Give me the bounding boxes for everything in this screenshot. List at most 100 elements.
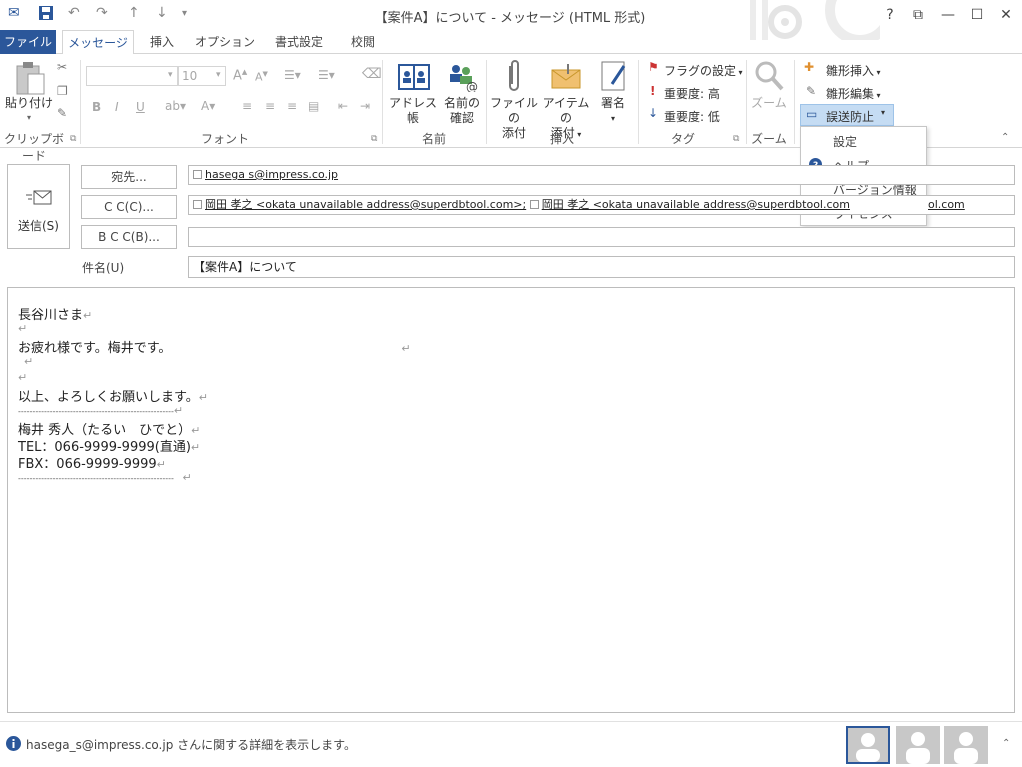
chevron-down-icon: ▾ bbox=[736, 68, 743, 77]
flag-icon[interactable]: ⚑ bbox=[648, 60, 659, 74]
check-names-label-1: 名前の bbox=[443, 96, 480, 110]
signature-icon[interactable] bbox=[600, 60, 630, 92]
address-book-icon[interactable] bbox=[398, 62, 430, 92]
return-mark-icon: ↵ bbox=[24, 355, 34, 368]
cc-recipient-2[interactable]: 岡田 孝之 <okata unavailable address@superdb… bbox=[542, 198, 850, 211]
clear-formatting-icon[interactable]: ⌫ bbox=[362, 66, 382, 82]
avatar[interactable] bbox=[846, 726, 890, 764]
close-button[interactable]: ✕ bbox=[994, 4, 1018, 26]
paste-dropdown-icon[interactable]: ▾ bbox=[24, 110, 34, 125]
subject-label: 件名(U) bbox=[82, 261, 125, 275]
bullets-icon[interactable]: ☰▾ bbox=[284, 68, 301, 82]
undo-icon[interactable]: ↶ bbox=[68, 5, 80, 21]
expand-people-pane-icon[interactable]: ⌃ bbox=[1002, 738, 1010, 749]
bcc-button[interactable]: B C C(B)... bbox=[81, 225, 177, 249]
checkbox-icon bbox=[193, 200, 202, 209]
to-field[interactable]: hasega s@impress.co.jp bbox=[188, 165, 1015, 185]
edit-template-button[interactable]: 雛形編集 ▾ bbox=[826, 85, 881, 102]
shrink-font-icon[interactable]: A▼ bbox=[255, 70, 268, 84]
return-mark-icon: ↵ bbox=[401, 342, 411, 355]
include-group-label: 挿入 bbox=[549, 132, 574, 146]
align-right-icon[interactable]: ≡ bbox=[287, 99, 297, 113]
tab-insert[interactable]: 挿入 bbox=[140, 30, 184, 54]
font-launcher-icon[interactable]: ⧉ bbox=[371, 134, 377, 144]
underline-icon[interactable]: U bbox=[136, 100, 145, 114]
font-name-box[interactable] bbox=[86, 66, 178, 86]
attach-file-button[interactable]: ファイルの 添付 bbox=[488, 96, 540, 141]
subject-field[interactable]: 【案件A】について bbox=[188, 256, 1015, 278]
chevron-down-icon[interactable]: ▾ bbox=[216, 70, 221, 80]
cc-field[interactable]: 岡田 孝之 <okata unavailable address@superdb… bbox=[188, 195, 1015, 215]
justify-icon[interactable]: ▤ bbox=[308, 99, 319, 113]
tab-review[interactable]: 校閲 bbox=[342, 30, 384, 54]
ribbon-display-button[interactable]: ⧉ bbox=[906, 4, 930, 26]
tab-format[interactable]: 書式設定 bbox=[266, 30, 332, 54]
help-button[interactable]: ? bbox=[878, 4, 902, 26]
avatar[interactable] bbox=[944, 726, 988, 764]
chevron-down-icon: ▾ bbox=[874, 91, 881, 100]
signature-button[interactable]: 署名 ▾ bbox=[596, 96, 630, 126]
return-mark-icon: ↵ bbox=[18, 371, 28, 384]
increase-indent-icon[interactable]: ⇥ bbox=[360, 99, 370, 113]
body-line: 以上、よろしくお願いします。↵ bbox=[18, 386, 208, 405]
tab-options[interactable]: オプション bbox=[194, 30, 256, 54]
bcc-field[interactable] bbox=[188, 227, 1015, 247]
cut-icon[interactable]: ✂ bbox=[57, 60, 67, 74]
customize-qat-icon[interactable]: ▾ bbox=[182, 8, 187, 19]
insert-template-label: 雛形挿入 bbox=[826, 64, 875, 78]
align-center-icon[interactable]: ≡ bbox=[265, 99, 275, 113]
follow-up-button[interactable]: フラグの設定 ▾ bbox=[664, 62, 743, 79]
collapse-ribbon-icon[interactable]: ⌃ bbox=[1001, 132, 1009, 143]
cc-recipient-tail[interactable]: ol.com bbox=[928, 198, 965, 211]
send-button[interactable]: 送信(S) bbox=[7, 164, 70, 249]
insert-template-button[interactable]: 雛形挿入 ▾ bbox=[826, 62, 881, 79]
avatar[interactable] bbox=[896, 726, 940, 764]
send-label: 送信(S) bbox=[18, 219, 59, 233]
check-names-icon[interactable]: @ bbox=[446, 62, 478, 92]
cc-recipient-1[interactable]: 岡田 孝之 <okata unavailable address@superdb… bbox=[205, 198, 526, 211]
magnifier-icon[interactable] bbox=[754, 60, 784, 92]
zoom-button[interactable]: ズーム bbox=[750, 96, 788, 111]
font-color-icon[interactable]: A▾ bbox=[201, 99, 215, 113]
align-left-icon[interactable]: ≡ bbox=[242, 99, 252, 113]
to-button[interactable]: 宛先... bbox=[81, 165, 177, 189]
check-names-button[interactable]: 名前の 確認 bbox=[440, 96, 484, 126]
to-recipient[interactable]: hasega s@impress.co.jp bbox=[205, 168, 338, 181]
attach-item-icon[interactable] bbox=[550, 62, 582, 90]
separator bbox=[794, 60, 795, 144]
cc-button[interactable]: C C(C)... bbox=[81, 195, 177, 219]
chevron-down-icon[interactable]: ▾ bbox=[168, 70, 173, 80]
tab-file[interactable]: ファイル bbox=[0, 30, 56, 54]
numbering-icon[interactable]: ☰▾ bbox=[318, 68, 335, 82]
format-painter-icon[interactable]: ✎ bbox=[57, 106, 67, 120]
bold-icon[interactable]: B bbox=[92, 100, 101, 114]
up-arrow-icon[interactable]: ↑ bbox=[128, 5, 140, 21]
high-importance-button[interactable]: 重要度: 高 bbox=[664, 85, 720, 102]
message-body[interactable]: 長谷川さま↵ ↵ お疲れ様です。梅井です。 ↵ ↵ ↵ 以上、よろしくお願いします… bbox=[7, 287, 1015, 713]
body-line: 長谷川さま↵ bbox=[18, 304, 92, 323]
maximize-button[interactable]: ☐ bbox=[965, 4, 989, 26]
down-arrow-icon[interactable]: ↓ bbox=[156, 5, 168, 21]
paste-button[interactable]: 貼り付け bbox=[4, 96, 54, 111]
menu-item-settings[interactable]: 設定 bbox=[833, 133, 857, 150]
highlight-icon[interactable]: ab▾ bbox=[165, 99, 186, 113]
envelope-icon[interactable]: ✉ bbox=[8, 5, 20, 21]
body-line: ↵ bbox=[18, 370, 27, 385]
address-book-button[interactable]: アドレス帳 bbox=[386, 96, 440, 126]
grow-font-icon[interactable]: A▲ bbox=[233, 68, 247, 83]
misdelivery-button[interactable]: ▭ 誤送防止 ▾ bbox=[800, 104, 894, 126]
redo-icon[interactable]: ↷ bbox=[96, 5, 108, 21]
low-importance-button[interactable]: 重要度: 低 bbox=[664, 108, 720, 125]
names-group-label: 名前 bbox=[421, 132, 446, 146]
italic-icon[interactable]: I bbox=[115, 100, 119, 114]
tags-launcher-icon[interactable]: ⧉ bbox=[733, 134, 739, 144]
copy-icon[interactable]: ❐ bbox=[57, 84, 68, 98]
decrease-indent-icon[interactable]: ⇤ bbox=[338, 99, 348, 113]
save-icon[interactable] bbox=[38, 5, 54, 25]
paste-icon[interactable] bbox=[14, 60, 48, 96]
minimize-button[interactable]: — bbox=[936, 4, 960, 26]
paperclip-icon[interactable] bbox=[504, 60, 524, 94]
tab-message[interactable]: メッセージ bbox=[62, 30, 134, 55]
clipboard-launcher-icon[interactable]: ⧉ bbox=[70, 134, 76, 144]
separator bbox=[638, 60, 639, 144]
